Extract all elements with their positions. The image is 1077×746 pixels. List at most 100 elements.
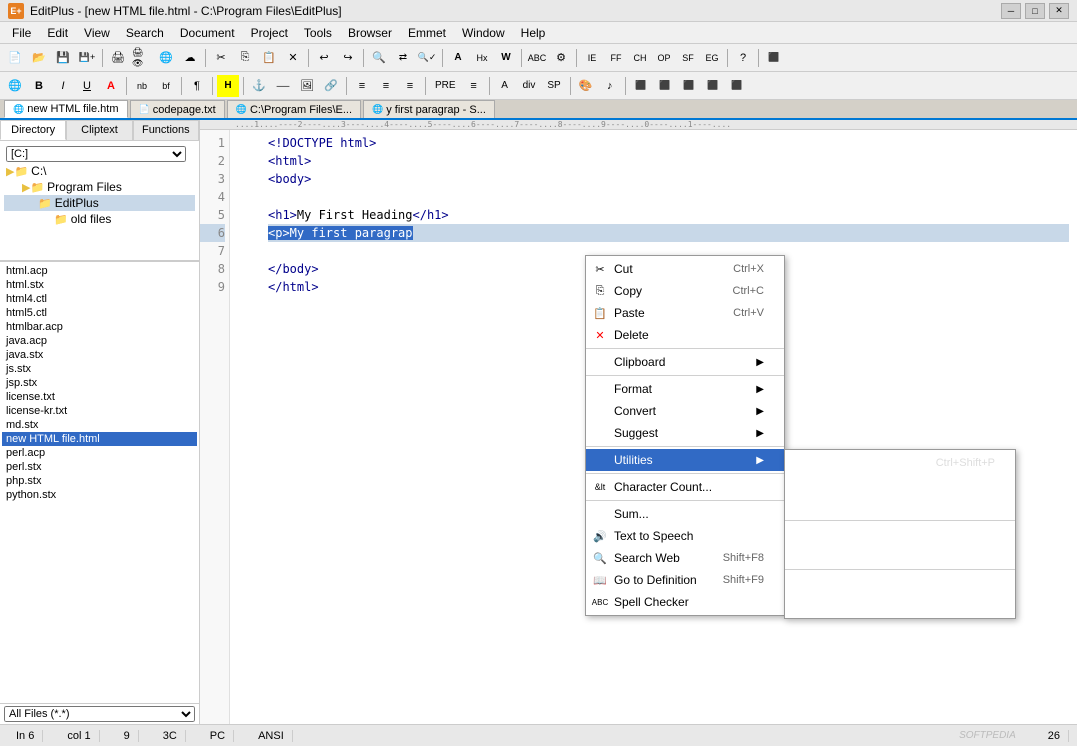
fmt-btn4[interactable]: ⬛ — [702, 75, 724, 97]
div-button[interactable]: div — [518, 75, 541, 97]
file-html-stx[interactable]: html.stx — [2, 278, 197, 292]
fmt-btn2[interactable]: ⬛ — [654, 75, 676, 97]
font-button[interactable]: A — [494, 75, 516, 97]
fmt-btn1[interactable]: ⬛ — [630, 75, 652, 97]
tree-editplus[interactable]: 📁 EditPlus — [4, 195, 195, 211]
open-remote-button[interactable]: 🌐 — [155, 47, 177, 69]
file-perl-acp[interactable]: perl.acp — [2, 446, 197, 460]
menu-file[interactable]: File — [4, 24, 39, 42]
bold-button[interactable]: B — [28, 75, 50, 97]
open-button[interactable]: 📂 — [28, 47, 50, 69]
word-wrap-button[interactable]: W — [495, 47, 517, 69]
save-button[interactable]: 💾 — [52, 47, 74, 69]
find-button[interactable]: 🔍 — [368, 47, 390, 69]
font-size-button[interactable]: A — [447, 47, 469, 69]
file-php-stx[interactable]: php.stx — [2, 474, 197, 488]
settings-button[interactable]: ⚙ — [550, 47, 572, 69]
sidebar-tab-functions[interactable]: Functions — [133, 120, 199, 140]
file-html5-ctl[interactable]: html5.ctl — [2, 306, 197, 320]
font-size2-button[interactable]: Hx — [471, 47, 493, 69]
ctx-tts[interactable]: 🔊 Text to Speech — [586, 525, 784, 547]
save-all-button[interactable]: 💾+ — [76, 47, 98, 69]
ctx-format[interactable]: Format ▶ — [586, 378, 784, 400]
file-jsp-stx[interactable]: jsp.stx — [2, 376, 197, 390]
restore-button[interactable]: □ — [1025, 3, 1045, 19]
file-java-acp[interactable]: java.acp — [2, 334, 197, 348]
print-preview-button[interactable]: 🖨👁 — [131, 47, 153, 69]
ctx-clipboard[interactable]: Clipboard ▶ — [586, 351, 784, 373]
file-perl-stx[interactable]: perl.stx — [2, 460, 197, 474]
ctx-char-count[interactable]: &lt Character Count... — [586, 476, 784, 498]
sub-html-to-ansi[interactable]: HTML Entity to Ansi — [785, 496, 1015, 518]
file-python-stx[interactable]: python.stx — [2, 488, 197, 502]
ctx-goto-def[interactable]: 📖 Go to Definition Shift+F9 — [586, 569, 784, 591]
menu-project[interactable]: Project — [243, 24, 296, 42]
tab-program-files[interactable]: 🌐 C:\Program Files\E... — [227, 100, 361, 118]
underline-button[interactable]: U — [76, 75, 98, 97]
file-md-stx[interactable]: md.stx — [2, 418, 197, 432]
browser-ch[interactable]: CH — [629, 47, 651, 69]
color-button[interactable]: A — [100, 75, 122, 97]
save-remote-button[interactable]: ☁ — [179, 47, 201, 69]
file-license-kr[interactable]: license-kr.txt — [2, 404, 197, 418]
copy-button[interactable]: ⎘ — [234, 47, 256, 69]
close-button[interactable]: ✕ — [1049, 3, 1069, 19]
file-html4-ctl[interactable]: html4.ctl — [2, 292, 197, 306]
undo-button[interactable]: ↩ — [313, 47, 335, 69]
cut-button[interactable]: ✂ — [210, 47, 232, 69]
menu-edit[interactable]: Edit — [39, 24, 76, 42]
file-license-txt[interactable]: license.txt — [2, 390, 197, 404]
ctx-spell-check[interactable]: ABC Spell Checker — [586, 591, 784, 613]
find-all-button[interactable]: 🔍✓ — [416, 47, 438, 69]
para-button[interactable]: ¶ — [186, 75, 208, 97]
align-right-button[interactable]: ≡ — [399, 75, 421, 97]
browser-op[interactable]: OP — [653, 47, 675, 69]
tab-codepage[interactable]: 📄 codepage.txt — [130, 100, 225, 118]
editor-area[interactable]: ....1....----2----....3----....4----....… — [200, 120, 1077, 724]
pre-button[interactable]: PRE — [430, 75, 461, 97]
extra-button[interactable]: ⬛ — [763, 47, 785, 69]
sub-json-beautifier[interactable]: JSON Beautifier — [785, 572, 1015, 594]
anchor-button[interactable]: ⚓ — [248, 75, 270, 97]
menu-view[interactable]: View — [76, 24, 118, 42]
new-button[interactable]: 📄 — [4, 47, 26, 69]
tree-root[interactable]: [C:] — [4, 145, 195, 163]
ctx-delete[interactable]: ✕ Delete — [586, 324, 784, 346]
color2-button[interactable]: 🎨 — [575, 75, 597, 97]
globe-button[interactable]: 🌐 — [4, 75, 26, 97]
paste-button[interactable]: 📋 — [258, 47, 280, 69]
menu-tools[interactable]: Tools — [296, 24, 340, 42]
menu-help[interactable]: Help — [513, 24, 554, 42]
sub-strip-html[interactable]: Strip HTML Tags Ctrl+Shift+P — [785, 452, 1015, 474]
drive-select[interactable]: [C:] — [6, 146, 186, 162]
list-button[interactable]: ≡ — [463, 75, 485, 97]
ctx-paste[interactable]: 📋 Paste Ctrl+V — [586, 302, 784, 324]
ctx-suggest[interactable]: Suggest ▶ — [586, 422, 784, 444]
tab-new-html[interactable]: 🌐 new HTML file.htm — [4, 100, 128, 118]
align-left-button[interactable]: ≡ — [351, 75, 373, 97]
tree-program-files[interactable]: ▶📁 Program Files — [4, 179, 195, 195]
sub-html-tidy-xml[interactable]: HTML Tidy (XML) — [785, 545, 1015, 567]
find-replace-button[interactable]: ⇄ — [392, 47, 414, 69]
menu-document[interactable]: Document — [172, 24, 243, 42]
redo-button[interactable]: ↪ — [337, 47, 359, 69]
file-htmlbar-acp[interactable]: htmlbar.acp — [2, 320, 197, 334]
browser-ie[interactable]: IE — [581, 47, 603, 69]
print-button[interactable]: 🖨 — [107, 47, 129, 69]
file-html-acp[interactable]: html.acp — [2, 264, 197, 278]
menu-search[interactable]: Search — [118, 24, 172, 42]
menu-browser[interactable]: Browser — [340, 24, 400, 42]
sub-html-tidy-html[interactable]: HTML Tidy (HTML) — [785, 523, 1015, 545]
fmt-btn3[interactable]: ⬛ — [678, 75, 700, 97]
ctx-utilities[interactable]: Utilities ▶ Strip HTML Tags Ctrl+Shift+P… — [586, 449, 784, 471]
highlight-button[interactable]: H — [217, 75, 239, 97]
sidebar-tab-cliptext[interactable]: Cliptext — [66, 120, 132, 140]
menu-emmet[interactable]: Emmet — [400, 24, 454, 42]
br-button[interactable]: bf — [155, 75, 177, 97]
sidebar-tab-directory[interactable]: Directory — [0, 120, 66, 140]
browser-ff[interactable]: FF — [605, 47, 627, 69]
tab-paragraph[interactable]: 🌐 y first paragrap - S... — [363, 100, 495, 118]
sub-json-unescape[interactable]: JSON Unescape — [785, 594, 1015, 616]
ctx-copy[interactable]: ⎘ Copy Ctrl+C — [586, 280, 784, 302]
tree-old-files[interactable]: 📁 old files — [4, 211, 195, 227]
